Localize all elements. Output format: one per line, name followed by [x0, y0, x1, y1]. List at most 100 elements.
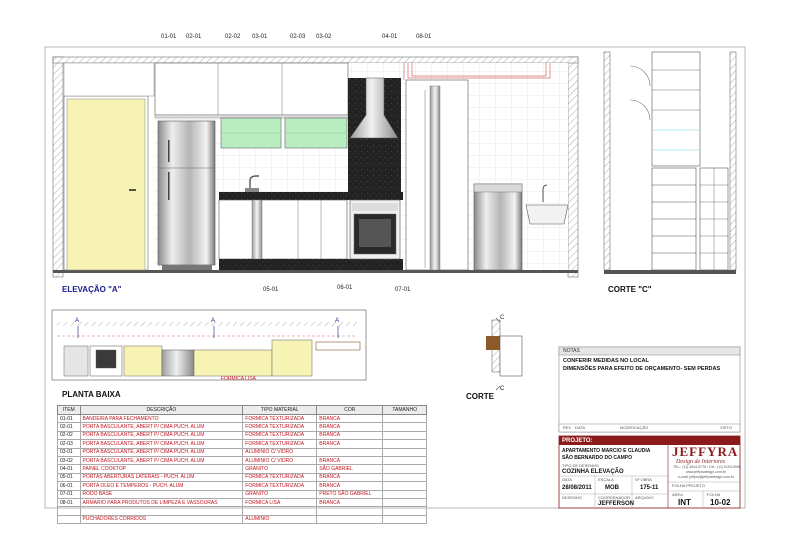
upper-cabinet-row: [154, 62, 349, 116]
table-row: 08-01 ARMARIO PARA PRODUTOS DE LIMPEZA E …: [57, 497, 427, 508]
table-cell: FORMICA TEXTURIZADA: [242, 422, 318, 432]
table-cell: [382, 472, 427, 483]
ceiling: [52, 56, 579, 64]
table-cell: GRANITO: [242, 489, 318, 499]
table-cell: PORTA BASCULANTE, ABERT P/ CIMA PUCH. AL…: [79, 430, 244, 441]
table-cell: 03-02: [57, 455, 81, 466]
table-cell: BANDEIRA PARA FECHAMENTO: [79, 413, 244, 424]
coordenador-value: JEFFERSON: [598, 501, 635, 507]
table-row: [57, 506, 427, 516]
tag-02-02: 02-02: [225, 34, 241, 40]
table-cell: BRANCA: [316, 481, 384, 491]
drawing-title: COZINHA ELEVAÇÃO: [562, 469, 624, 475]
plinth-granite: [219, 259, 403, 270]
data-label: DATA: [562, 477, 573, 482]
note-line-2: DIMENSÕES PARA EFEITO DE ORÇAMENTO- SEM …: [563, 366, 721, 372]
table-cell: PORTA BASCULANTE, ABERT P/ CIMA PUCH. AL…: [79, 447, 244, 457]
table-row: 02-02 PORTA BASCULANTE, ABERT P/ CIMA PUC…: [57, 430, 427, 441]
elevation-a-drawing: [52, 56, 579, 278]
door-handle: [129, 189, 136, 191]
planta-baixa-drawing: [51, 309, 367, 381]
revision-header-data: DATA: [575, 425, 586, 430]
table-row: 03-02 PORTA BASCULANTE, ABERT P/ CIMA PUC…: [57, 455, 427, 466]
table-cell: FORMICA TEXTURIZADA: [242, 481, 318, 491]
table-cell: [316, 506, 384, 516]
table-cell: ALUMINIO C/ VIDRO: [242, 447, 318, 457]
table-cell: 08-01: [57, 497, 81, 508]
table-cell: 05-01: [57, 472, 81, 483]
corte-c-drawing: [603, 51, 737, 274]
table-cell: ALUMINIO: [242, 514, 318, 525]
tag-02-01: 02-01: [186, 34, 202, 40]
table-cell: [382, 430, 427, 441]
table-row: 02-01 PORTA BASCULANTE, ABERT P/ CIMA PUC…: [57, 422, 427, 432]
title-corte-c: CORTE "C": [608, 285, 652, 294]
tag-01-01: 01-01: [161, 34, 177, 40]
table-cell: 01-01: [57, 413, 81, 424]
tag-07-01: 07-01: [395, 287, 411, 293]
contact-line-1: TEL.: (11) 4044-5776 / Cel.: (11) 9193-5…: [673, 465, 741, 469]
note-line-1: CONFERIR MEDIDAS NO LOCAL: [563, 358, 649, 364]
table-cell: FORMICA TEXTURIZADA: [242, 413, 318, 424]
area-value: INT: [678, 498, 691, 507]
tipo-desenho-label: TIPO DE DESENHO: [562, 463, 599, 468]
notes-header: NOTAS: [563, 348, 580, 354]
table-cell: [382, 497, 427, 508]
table-cell: BRANCA: [316, 413, 384, 424]
escala-value: MOB: [605, 485, 619, 491]
tag-03-02: 03-02: [316, 34, 332, 40]
table-row: 05-01 PORTAS ABERTURAS LATERAIS - PUCH. A…: [57, 472, 427, 483]
tag-08-01: 08-01: [416, 34, 432, 40]
col-tamanho: TAMANHO: [382, 405, 427, 415]
table-cell: BRANCA: [316, 455, 384, 466]
revision-header-visto: VISTO: [720, 425, 732, 430]
area-label: ÁREA: [672, 492, 683, 497]
refrigerator: [157, 120, 216, 266]
table-cell: PORTA BASCULANTE, ABERT P/ CIMA PUCH. AL…: [79, 439, 244, 449]
table-cell: BRANCA: [316, 497, 384, 508]
table-cell: 06-01: [57, 481, 81, 491]
corte-drawing: [486, 317, 523, 391]
table-cell: [382, 506, 427, 516]
table-cell: [382, 422, 427, 432]
table-cell: [382, 439, 427, 449]
door-leaf: [66, 98, 146, 271]
table-cell: GRANITO: [242, 464, 318, 474]
table-cell: [57, 506, 81, 516]
lower-cabinets: [218, 199, 348, 260]
client-line-2: SÃO BERNARDO DO CAMPO: [562, 455, 633, 461]
table-cell: ARMARIO PARA PRODUTOS DE LIMPEZA E VASSO…: [79, 497, 244, 508]
tag-02-03: 02-03: [290, 34, 306, 40]
table-cell: [382, 481, 427, 491]
folha-label: FOLHA: [707, 492, 721, 497]
table-cell: [382, 413, 427, 424]
wall-right: [567, 56, 579, 278]
table-cell: PRETO SÃO GABRIEL: [316, 489, 384, 499]
table-cell: [316, 514, 384, 525]
table-row: 03-01 PORTA BASCULANTE, ABERT P/ CIMA PUC…: [57, 447, 427, 457]
title-elevation-a: ELEVAÇÃO "A": [62, 285, 122, 294]
table-row: 07-01 RODO BASE GRANITO PRETO SÃO GABRIEL: [57, 489, 427, 499]
data-value: 28/08/2011: [562, 485, 592, 491]
section-mark-a-1: A: [75, 318, 80, 324]
table-cell: [57, 514, 81, 525]
table-cell: PAINEL COOKTOP: [79, 464, 244, 474]
tag-05-01: 05-01: [263, 287, 279, 293]
table-cell: 04-01: [57, 464, 81, 474]
table-cell: FORMICA LISA: [242, 497, 318, 508]
brand-logo-name: JEFFYRA: [672, 444, 739, 459]
folha-projeto-label: FOLHA PROJETO: [672, 483, 706, 488]
arquivo-label: ARQUIVO: [635, 495, 654, 500]
client-line-1: APARTAMENTO MARCIO E CLAUDIA: [562, 448, 651, 454]
table-cell: 07-01: [57, 489, 81, 499]
table-cell: 02-03: [57, 439, 81, 449]
table-cell: FORMICA TEXTURIZADA: [242, 472, 318, 483]
table-cell: 03-01: [57, 447, 81, 457]
table-cell: BRANCA: [316, 430, 384, 441]
cabinet-band: [154, 114, 349, 119]
contact-line-3: e-mail: jeffyra@jeffyradesign.com.br: [678, 475, 734, 479]
table-cell: PORTA BASCULANTE, ABERT P/ CIMA PUCH. AL…: [79, 455, 244, 466]
col-descricao: DESCRIÇÃO: [79, 405, 244, 415]
desenho-label: DESENHO: [562, 495, 582, 500]
contact-line-2: www.jeffyradesign.com.br: [686, 470, 726, 474]
